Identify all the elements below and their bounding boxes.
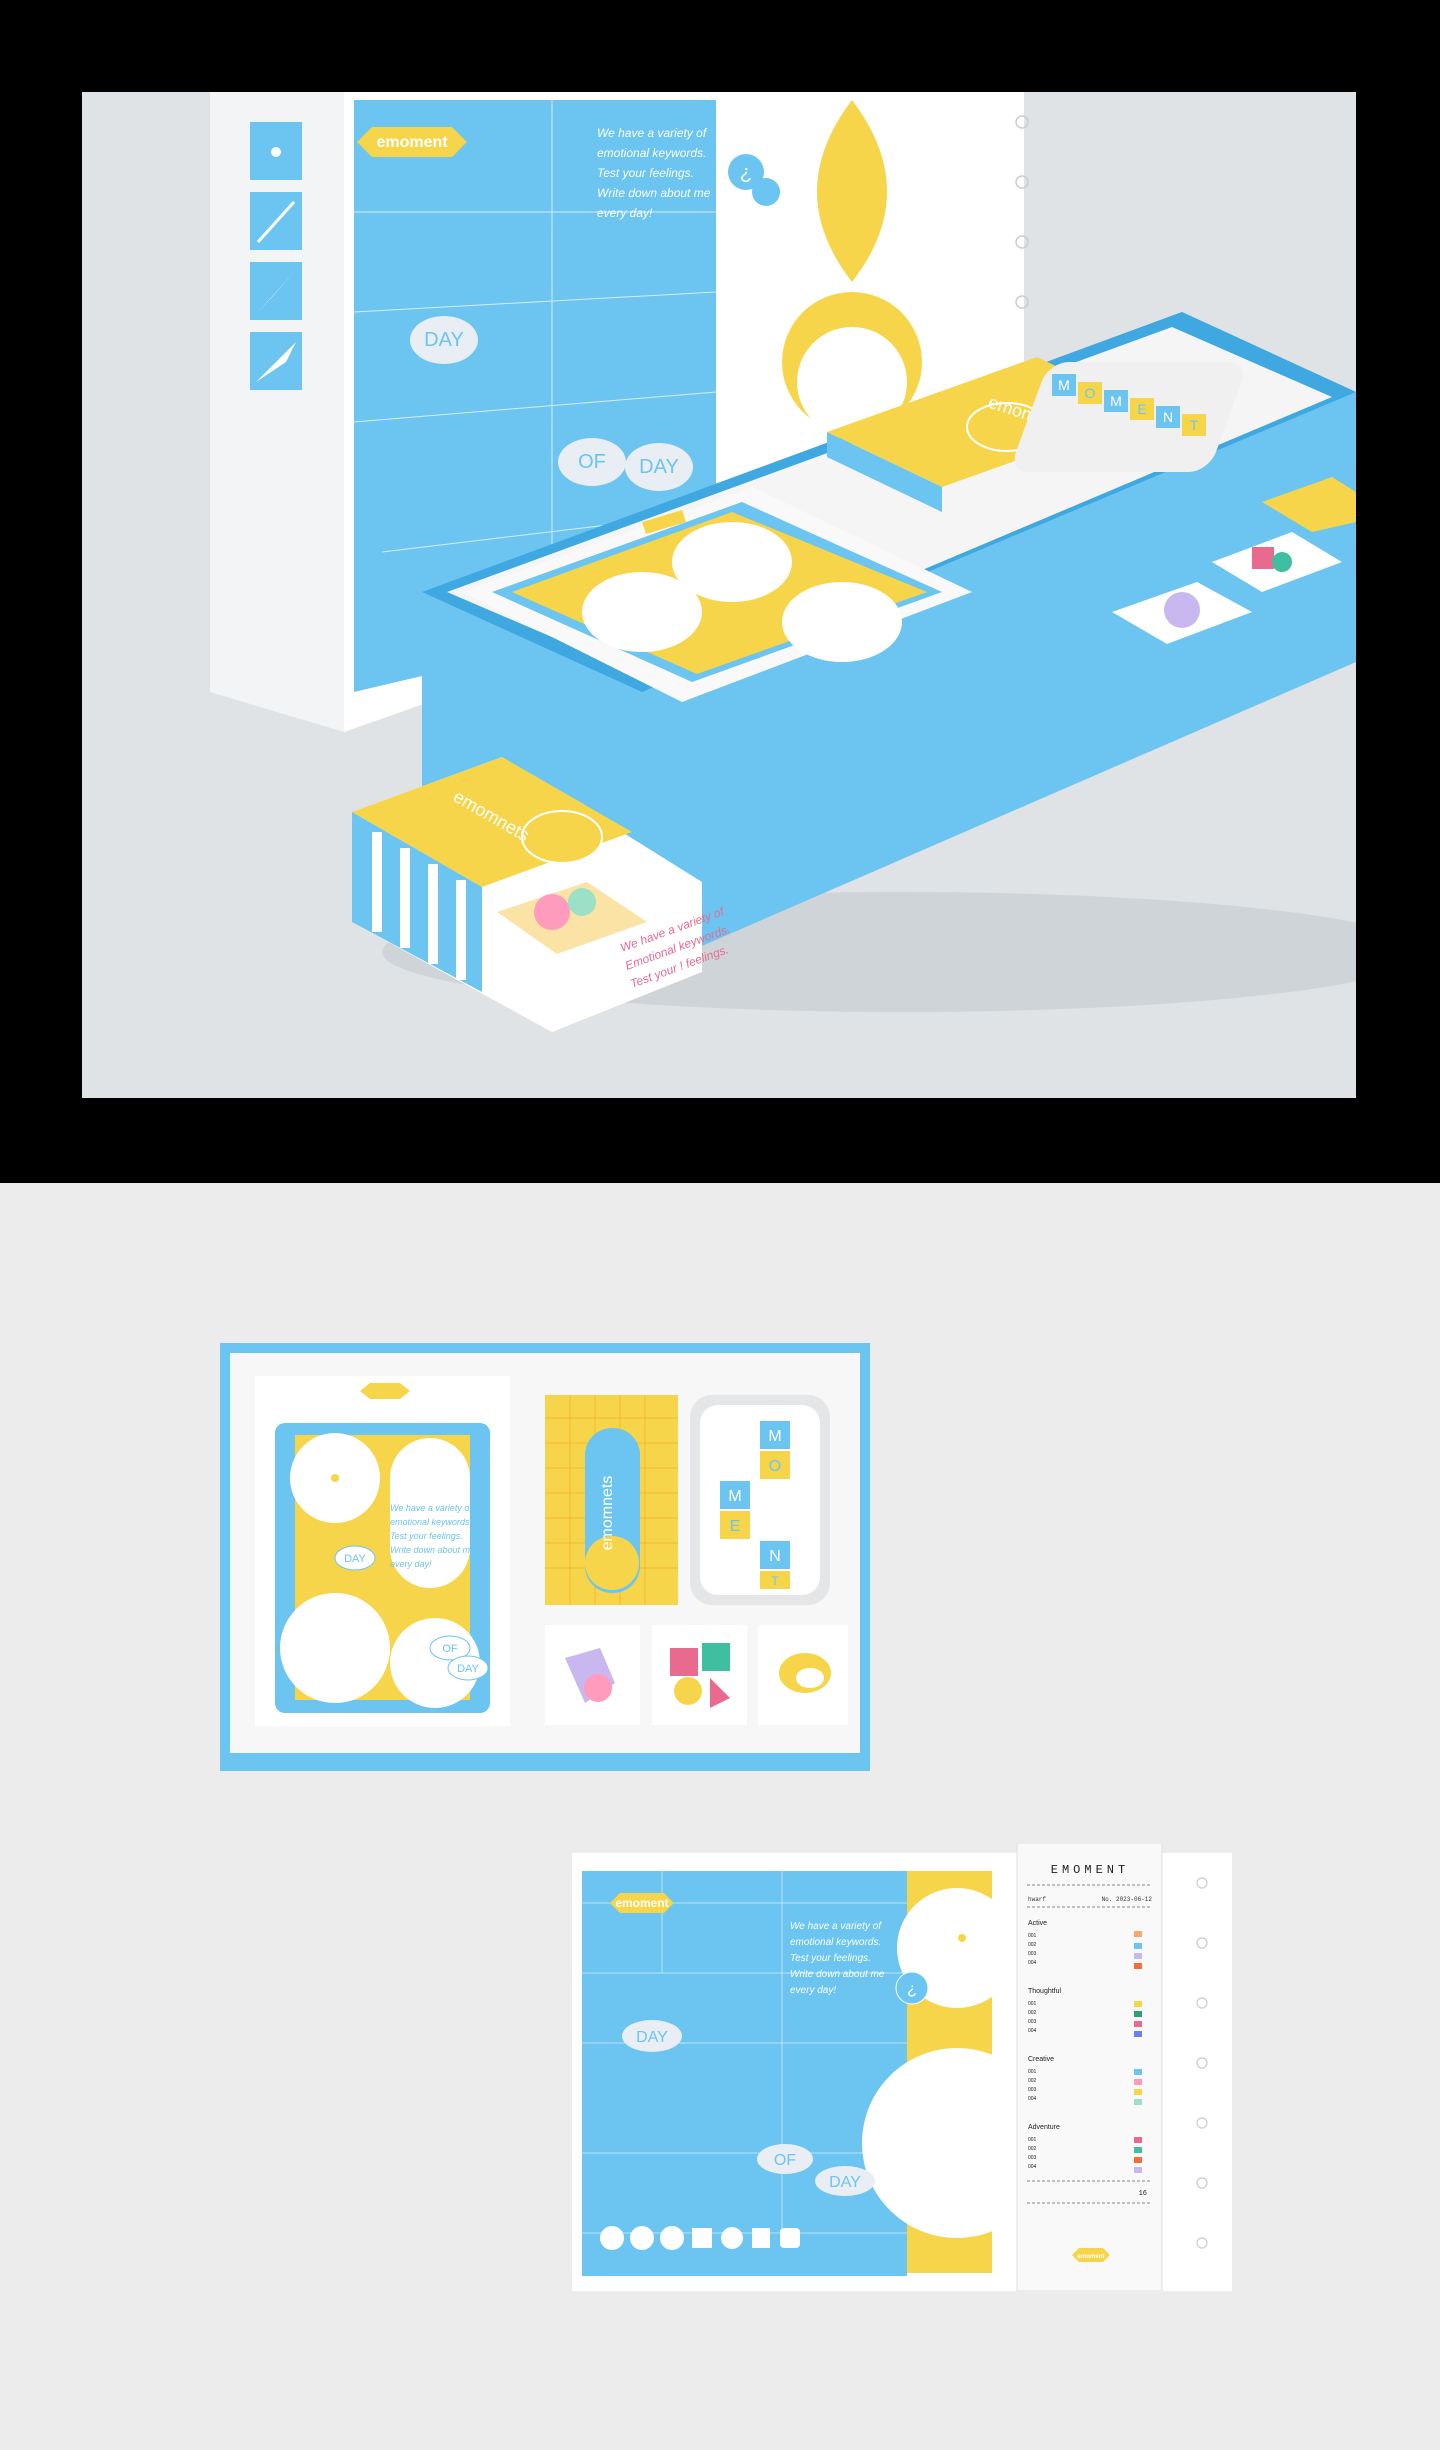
of-word: OF	[578, 451, 606, 473]
svg-text:Adventure: Adventure	[1028, 2124, 1060, 2131]
svg-text:Test your feelings.: Test your feelings.	[790, 1953, 871, 1964]
svg-text:M: M	[768, 1428, 781, 1445]
flatlay-day: DAY	[344, 1553, 366, 1565]
svg-text:002: 002	[1028, 1942, 1037, 1948]
svg-text:004: 004	[1028, 2096, 1037, 2102]
flatlay-of: OF	[442, 1643, 458, 1655]
poster-day-2: DAY	[829, 2174, 861, 2191]
svg-text:N: N	[769, 1548, 781, 1565]
svg-text:004: 004	[1028, 1960, 1037, 1966]
svg-text:Write down about me: Write down about me	[790, 1969, 885, 1980]
poster-day: DAY	[636, 2029, 668, 2046]
svg-text:001: 001	[1028, 2001, 1037, 2007]
svg-text:003: 003	[1028, 1951, 1037, 1957]
svg-text:We have a variety of: We have a variety of	[790, 1921, 882, 1932]
svg-text:004: 004	[1028, 2164, 1037, 2170]
svg-text:E: E	[730, 1518, 741, 1535]
svg-text:emotional keywords.: emotional keywords.	[597, 146, 706, 160]
svg-text:N: N	[1163, 409, 1173, 425]
svg-text:O: O	[1085, 385, 1096, 401]
receipt-header: EMOMENT	[1051, 1863, 1129, 1877]
tin-box	[1014, 362, 1243, 472]
receipt-logo: emoment	[1078, 2254, 1105, 2260]
svg-text:004: 004	[1028, 2028, 1037, 2034]
question-mark: ¿	[740, 162, 752, 184]
receipt-number: No. 2023-06-12	[1102, 1896, 1153, 1903]
svg-text:M: M	[1058, 377, 1070, 393]
svg-text:E: E	[1137, 401, 1146, 417]
svg-text:Write down about me: Write down about me	[390, 1545, 475, 1555]
box-side	[210, 92, 344, 732]
svg-text:every day!: every day!	[390, 1559, 432, 1569]
svg-text:003: 003	[1028, 2087, 1037, 2093]
svg-text:Thoughtful: Thoughtful	[1028, 1988, 1062, 1995]
svg-text:every day!: every day!	[597, 206, 653, 220]
svg-text:emotional keywords.: emotional keywords.	[390, 1517, 472, 1527]
receipt-total: 16	[1139, 2190, 1147, 2198]
svg-text:Test your feelings.: Test your feelings.	[597, 166, 694, 180]
product-photo-perspective: emoment We have a variety of emotional k…	[82, 92, 1356, 1098]
svg-text:001: 001	[1028, 2069, 1037, 2075]
svg-text:003: 003	[1028, 2019, 1037, 2025]
flatlay-box: We have a variety of emotional keywords.…	[220, 1343, 870, 1771]
front-logo-text: emoment	[376, 134, 448, 151]
svg-text:002: 002	[1028, 2078, 1037, 2084]
svg-text:M: M	[728, 1488, 741, 1505]
svg-text:002: 002	[1028, 2146, 1037, 2152]
svg-text:We have a variety of: We have a variety of	[390, 1503, 473, 1513]
svg-text:We have a variety of: We have a variety of	[597, 126, 708, 140]
svg-text:T: T	[1190, 417, 1199, 433]
receipt	[1016, 1843, 1163, 2291]
svg-text:every day!: every day!	[790, 1985, 836, 1996]
svg-text:001: 001	[1028, 1933, 1037, 1939]
svg-text:emotional keywords.: emotional keywords.	[790, 1937, 881, 1948]
svg-text:O: O	[769, 1458, 781, 1475]
svg-text:Write down about me: Write down about me	[597, 186, 711, 200]
svg-text:T: T	[771, 1574, 779, 1588]
svg-text:M: M	[1110, 393, 1122, 409]
perspective-illustration: emoment We have a variety of emotional k…	[210, 92, 1356, 1032]
flatlay-cube-2	[652, 1625, 747, 1725]
svg-text:Creative: Creative	[1028, 2056, 1054, 2063]
svg-text:Test your feelings.: Test your feelings.	[390, 1531, 463, 1541]
day-word-2: DAY	[639, 456, 679, 478]
svg-text:001: 001	[1028, 2137, 1037, 2143]
receipt-left-label: hwarf	[1028, 1896, 1046, 1903]
flatlay-day-2: DAY	[457, 1663, 479, 1675]
day-word: DAY	[424, 329, 464, 351]
svg-text:002: 002	[1028, 2010, 1037, 2016]
flatlay-deck-title: emomnets	[599, 1476, 616, 1551]
poster-and-receipt: emoment We have a variety of emotional k…	[572, 1843, 1232, 2291]
svg-text:Active: Active	[1028, 1920, 1047, 1927]
poster-of: OF	[774, 2152, 796, 2169]
poster-logo-text: emoment	[615, 1896, 668, 1910]
poster-question: ¿	[907, 1981, 917, 1998]
svg-text:003: 003	[1028, 2155, 1037, 2161]
